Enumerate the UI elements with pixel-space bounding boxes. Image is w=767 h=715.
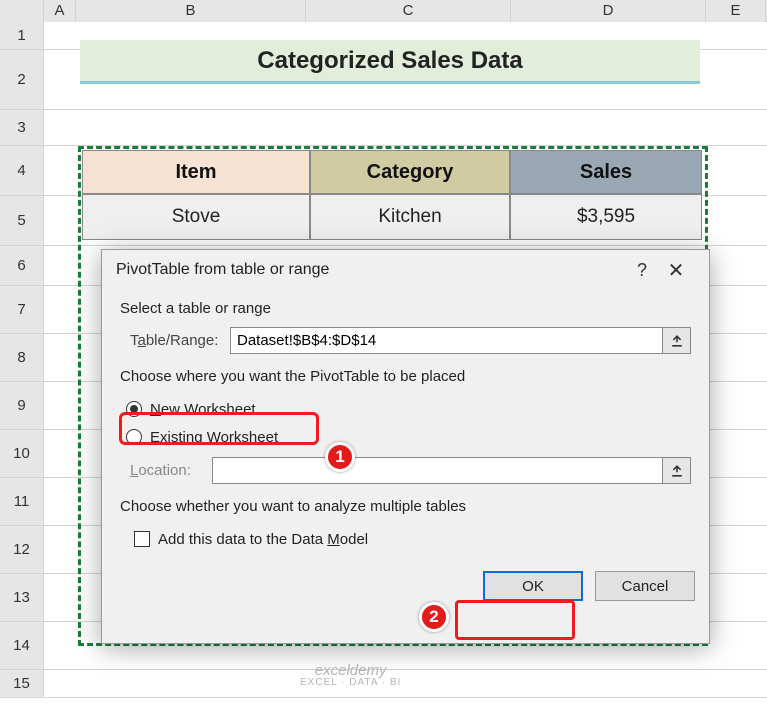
section-placement: Choose where you want the PivotTable to …: [120, 368, 691, 385]
annotation-badge-1: 1: [325, 442, 355, 472]
radio-existing-worksheet[interactable]: Existing Worksheet: [126, 423, 691, 451]
range-input[interactable]: [230, 327, 663, 354]
col-sales[interactable]: Sales: [510, 150, 702, 194]
location-label: Location:: [130, 462, 212, 479]
checkbox-data-model[interactable]: Add this data to the Data Model: [134, 525, 691, 553]
annotation-badge-2: 2: [419, 602, 449, 632]
help-icon[interactable]: ?: [627, 260, 657, 281]
radio-icon: [126, 429, 142, 445]
collapse-range-icon[interactable]: [663, 327, 691, 354]
col-header-C[interactable]: C: [306, 0, 511, 22]
row-header-2[interactable]: 2: [0, 50, 44, 109]
cell-item[interactable]: Stove: [82, 194, 310, 240]
col-category[interactable]: Category: [310, 150, 510, 194]
section-multi-tables: Choose whether you want to analyze multi…: [120, 498, 691, 515]
col-header-D[interactable]: D: [511, 0, 706, 22]
select-all-corner[interactable]: [0, 0, 44, 22]
dialog-title: PivotTable from table or range: [116, 261, 627, 279]
row-header-8[interactable]: 8: [0, 334, 44, 381]
page-title: Categorized Sales Data: [80, 40, 700, 84]
row-header-1[interactable]: 1: [0, 22, 44, 49]
dialog-buttons: OK Cancel: [102, 563, 709, 613]
row-header-9[interactable]: 9: [0, 382, 44, 429]
watermark-line2: EXCEL · DATA · BI: [300, 678, 401, 688]
cell-sales[interactable]: $3,595: [510, 194, 702, 240]
row-header-10[interactable]: 10: [0, 430, 44, 477]
data-table: Item Category Sales Stove Kitchen $3,595: [82, 150, 702, 240]
table-header-row: Item Category Sales: [82, 150, 702, 194]
table-row: Stove Kitchen $3,595: [82, 194, 702, 240]
row-header-6[interactable]: 6: [0, 246, 44, 285]
col-header-E[interactable]: E: [706, 0, 766, 22]
row-header-5[interactable]: 5: [0, 196, 44, 245]
row-header-15[interactable]: 15: [0, 670, 44, 697]
range-label: Table/Range:: [130, 332, 230, 349]
col-item[interactable]: Item: [82, 150, 310, 194]
spreadsheet-area: A B C D E 1 2 3 4 5 6 7 8 9 10 11 12 13 …: [0, 0, 767, 715]
ok-button[interactable]: OK: [483, 571, 583, 601]
pivottable-dialog: PivotTable from table or range ? ✕ Selec…: [101, 249, 710, 644]
checkbox-icon: [134, 531, 150, 547]
cell-category[interactable]: Kitchen: [310, 194, 510, 240]
close-icon[interactable]: ✕: [657, 258, 695, 283]
row-header-3[interactable]: 3: [0, 110, 44, 145]
watermark: exceldemy EXCEL · DATA · BI: [300, 663, 401, 688]
cancel-button[interactable]: Cancel: [595, 571, 695, 601]
radio-new-worksheet[interactable]: New Worksheet: [126, 395, 691, 423]
collapse-location-icon[interactable]: [663, 457, 691, 484]
radio-icon: [126, 401, 142, 417]
row-header-12[interactable]: 12: [0, 526, 44, 573]
row-header-14[interactable]: 14: [0, 622, 44, 669]
col-header-A[interactable]: A: [44, 0, 76, 22]
col-header-B[interactable]: B: [76, 0, 306, 22]
dialog-titlebar[interactable]: PivotTable from table or range ? ✕: [102, 250, 709, 290]
dialog-body: Select a table or range Table/Range: Cho…: [102, 290, 709, 563]
row-header-4[interactable]: 4: [0, 146, 44, 195]
column-headers: A B C D E: [0, 0, 767, 22]
radio-new-label: New Worksheet: [150, 401, 256, 418]
location-input[interactable]: [212, 457, 663, 484]
radio-existing-label: Existing Worksheet: [150, 429, 278, 446]
row-header-13[interactable]: 13: [0, 574, 44, 621]
row-header-11[interactable]: 11: [0, 478, 44, 525]
row-header-7[interactable]: 7: [0, 286, 44, 333]
section-select-range: Select a table or range: [120, 300, 691, 317]
watermark-line1: exceldemy: [315, 663, 387, 678]
checkbox-label: Add this data to the Data Model: [158, 531, 368, 548]
